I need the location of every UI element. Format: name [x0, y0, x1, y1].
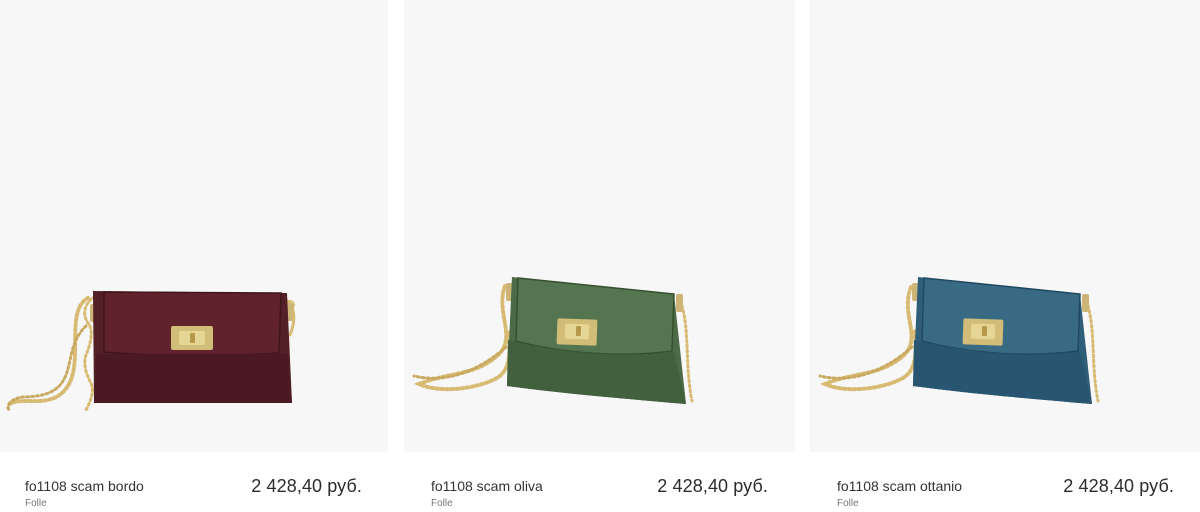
product-image-ottanio[interactable]: [810, 0, 1200, 452]
product-image-bordo[interactable]: [0, 0, 388, 452]
product-title[interactable]: fo1108 scam oliva: [431, 478, 621, 495]
burgundy-suede-crossbody-bag-image: [6, 291, 296, 413]
product-title[interactable]: fo1108 scam bordo: [25, 478, 215, 495]
product-image-oliva[interactable]: [404, 0, 795, 452]
product-brand: Folle: [431, 498, 453, 509]
teal-suede-crossbody-bag-image: [818, 277, 1100, 404]
product-grid: fo1108 scam bordo Folle 2 428,40 руб. fo…: [0, 0, 1200, 512]
product-price: 2 428,40 руб.: [1063, 476, 1174, 496]
product-brand: Folle: [837, 498, 859, 509]
olive-suede-crossbody-bag-image: [412, 277, 694, 404]
product-card-bordo[interactable]: fo1108 scam bordo Folle 2 428,40 руб.: [0, 0, 390, 512]
product-brand: Folle: [25, 498, 47, 509]
product-price: 2 428,40 руб.: [251, 476, 362, 496]
product-card-oliva[interactable]: fo1108 scam oliva Folle 2 428,40 руб.: [404, 0, 796, 512]
product-card-ottanio[interactable]: fo1108 scam ottanio Folle 2 428,40 руб.: [810, 0, 1200, 512]
product-price: 2 428,40 руб.: [657, 476, 768, 496]
product-title[interactable]: fo1108 scam ottanio: [837, 478, 1027, 495]
